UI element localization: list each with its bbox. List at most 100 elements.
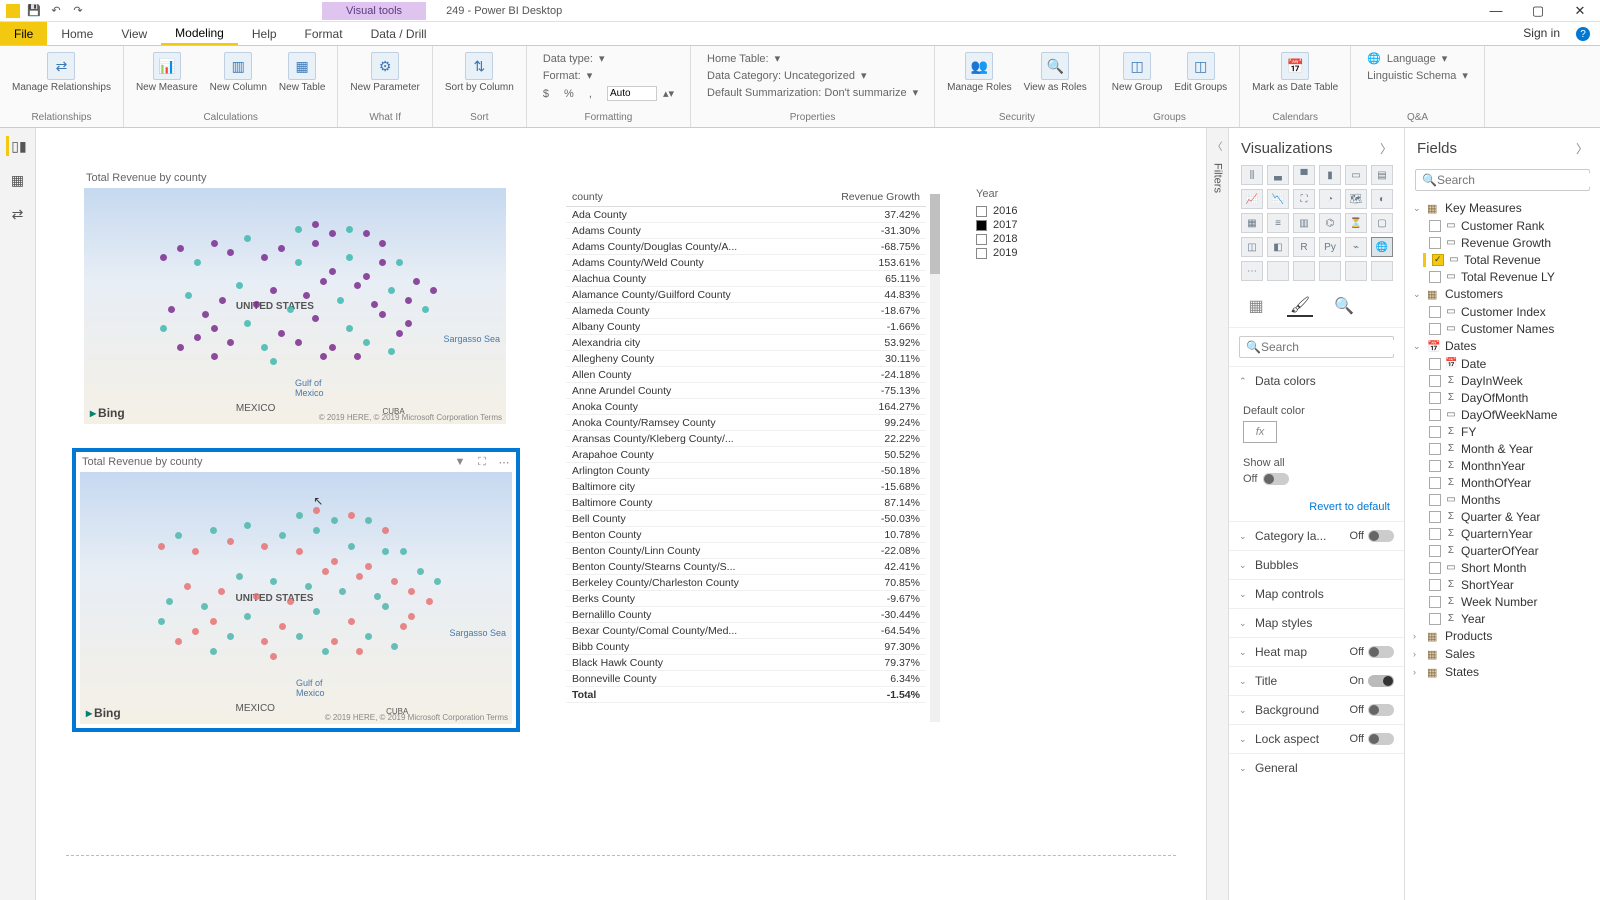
model-view-icon[interactable]: ⇄	[8, 204, 28, 224]
fields-field[interactable]: ΣWeek Number	[1411, 593, 1594, 610]
visual-type-button[interactable]	[1319, 261, 1341, 281]
table-row[interactable]: Baltimore County87.14%	[566, 495, 926, 511]
expand-filters-icon[interactable]: 〈	[1213, 138, 1223, 153]
visual-type-button[interactable]: 📈	[1241, 189, 1263, 209]
visual-type-button[interactable]	[1345, 261, 1367, 281]
slicer-item[interactable]: 2016	[976, 204, 1096, 218]
visual-type-button[interactable]: R	[1293, 237, 1315, 257]
currency-button[interactable]: $	[543, 88, 549, 100]
lock-aspect-toggle[interactable]	[1368, 733, 1394, 745]
fields-table[interactable]: ›▦Products	[1411, 627, 1594, 645]
section-map-controls[interactable]: ⌄Map controls	[1229, 580, 1404, 608]
report-canvas[interactable]: Total Revenue by county UNITED STATES ME…	[36, 128, 1206, 900]
section-data-colors[interactable]: ⌃Data colors	[1229, 367, 1404, 395]
new-parameter-button[interactable]: ⚙New Parameter	[346, 50, 423, 95]
table-row[interactable]: Bell County-50.03%	[566, 511, 926, 527]
visual-type-button[interactable]	[1371, 261, 1393, 281]
format-tab-icon[interactable]: 🖌	[1287, 295, 1313, 317]
format-search-input[interactable]	[1261, 340, 1416, 354]
map-body[interactable]: UNITED STATES MEXICO CUBA Gulf of Mexico…	[80, 472, 512, 724]
fields-field[interactable]: ΣQuarter & Year	[1411, 508, 1594, 525]
visual-type-button[interactable]: ◫	[1241, 237, 1263, 257]
section-title[interactable]: ⌄TitleOn	[1229, 667, 1404, 695]
table-row[interactable]: Alameda County-18.67%	[566, 303, 926, 319]
visual-type-button[interactable]: ▢	[1371, 213, 1393, 233]
category-labels-toggle[interactable]	[1368, 530, 1394, 542]
fields-field[interactable]: ΣYear	[1411, 610, 1594, 627]
minimize-icon[interactable]: —	[1476, 1, 1516, 21]
table-row[interactable]: Bonneville County6.34%	[566, 671, 926, 687]
visual-type-button[interactable]: ≡	[1267, 213, 1289, 233]
visual-type-button[interactable]: ⏳	[1345, 213, 1367, 233]
section-bubbles[interactable]: ⌄Bubbles	[1229, 551, 1404, 579]
table-row[interactable]: Alexandria city53.92%	[566, 335, 926, 351]
fields-field[interactable]: ΣMonthnYear	[1411, 457, 1594, 474]
data-view-icon[interactable]: ▦	[8, 170, 28, 190]
fields-table[interactable]: ›▦Sales	[1411, 645, 1594, 663]
table-visual[interactable]: county Revenue Growth Ada County37.42%Ad…	[566, 188, 926, 728]
table-row[interactable]: Benton County10.78%	[566, 527, 926, 543]
format-search[interactable]: 🔍	[1239, 336, 1394, 358]
table-row[interactable]: Arapahoe County50.52%	[566, 447, 926, 463]
table-row[interactable]: Baltimore city-15.68%	[566, 479, 926, 495]
slicer-item[interactable]: 2017	[976, 218, 1096, 232]
visual-type-button[interactable]: Py	[1319, 237, 1341, 257]
fields-field[interactable]: ▭Short Month	[1411, 559, 1594, 576]
sort-by-column-button[interactable]: ⇅Sort by Column	[441, 50, 518, 95]
tab-help[interactable]: Help	[238, 22, 291, 45]
table-row[interactable]: Ada County37.42%	[566, 207, 926, 223]
tab-home[interactable]: Home	[47, 22, 107, 45]
col-county[interactable]: county	[566, 188, 805, 207]
table-row[interactable]: Anne Arundel County-75.13%	[566, 383, 926, 399]
fields-field[interactable]: ▭Customer Rank	[1411, 217, 1594, 234]
visual-type-button[interactable]	[1267, 261, 1289, 281]
close-icon[interactable]: ✕	[1560, 1, 1600, 21]
visual-type-button[interactable]: ▭	[1345, 165, 1367, 185]
fields-table[interactable]: ⌄▦Customers	[1411, 285, 1594, 303]
visual-type-button[interactable]: ▮	[1319, 165, 1341, 185]
visual-type-button[interactable]: ▃	[1267, 165, 1289, 185]
fields-field[interactable]: ▭Total Revenue LY	[1411, 268, 1594, 285]
visual-type-button[interactable]: 🌐	[1371, 237, 1393, 257]
mark-date-table-button[interactable]: 📅Mark as Date Table	[1248, 50, 1342, 95]
slicer-item[interactable]: 2018	[976, 232, 1096, 246]
filters-pane-collapsed[interactable]: 〈 Filters	[1206, 128, 1228, 900]
visual-type-button[interactable]: ⌬	[1319, 213, 1341, 233]
help-icon[interactable]: ?	[1576, 27, 1590, 41]
tab-file[interactable]: File	[0, 22, 47, 45]
section-background[interactable]: ⌄BackgroundOff	[1229, 696, 1404, 724]
edit-groups-button[interactable]: ◫Edit Groups	[1170, 50, 1231, 95]
fields-field[interactable]: ΣShortYear	[1411, 576, 1594, 593]
map-visual-1[interactable]: Total Revenue by county UNITED STATES ME…	[80, 168, 510, 428]
table-row[interactable]: Anoka County/Ramsey County99.24%	[566, 415, 926, 431]
section-general[interactable]: ⌄General	[1229, 754, 1404, 782]
background-toggle[interactable]	[1368, 704, 1394, 716]
new-group-button[interactable]: ◫New Group	[1108, 50, 1167, 95]
table-row[interactable]: Allen County-24.18%	[566, 367, 926, 383]
view-as-roles-button[interactable]: 🔍View as Roles	[1020, 50, 1091, 95]
tab-format[interactable]: Format	[291, 22, 357, 45]
tab-view[interactable]: View	[107, 22, 161, 45]
undo-icon[interactable]: ↶	[48, 3, 64, 19]
table-row[interactable]: Benton County/Linn County-22.08%	[566, 543, 926, 559]
fields-field[interactable]: ΣFY	[1411, 423, 1594, 440]
visual-type-button[interactable]: ▦	[1241, 213, 1263, 233]
fields-field[interactable]: ΣDayOfMonth	[1411, 389, 1594, 406]
fields-field[interactable]: ▭DayOfWeekName	[1411, 406, 1594, 423]
fields-table[interactable]: ›▦States	[1411, 663, 1594, 681]
comma-button[interactable]: ,	[589, 88, 592, 100]
table-row[interactable]: Alachua County65.11%	[566, 271, 926, 287]
section-lock-aspect[interactable]: ⌄Lock aspectOff	[1229, 725, 1404, 753]
table-row[interactable]: Allegheny County30.11%	[566, 351, 926, 367]
map-body[interactable]: UNITED STATES MEXICO CUBA Gulf of Mexico…	[84, 188, 506, 424]
section-category-labels[interactable]: ⌄Category la...Off	[1229, 522, 1404, 550]
table-row[interactable]: Berks County-9.67%	[566, 591, 926, 607]
heat-map-toggle[interactable]	[1368, 646, 1394, 658]
fields-field[interactable]: ΣMonth & Year	[1411, 440, 1594, 457]
manage-relationships-button[interactable]: ⇄Manage Relationships	[8, 50, 115, 95]
table-row[interactable]: Berkeley County/Charleston County70.85%	[566, 575, 926, 591]
filter-icon[interactable]: ▼	[452, 456, 468, 470]
visual-type-button[interactable]: ◧	[1267, 237, 1289, 257]
table-row[interactable]: Bernalillo County-30.44%	[566, 607, 926, 623]
fields-field[interactable]: ▭Months	[1411, 491, 1594, 508]
